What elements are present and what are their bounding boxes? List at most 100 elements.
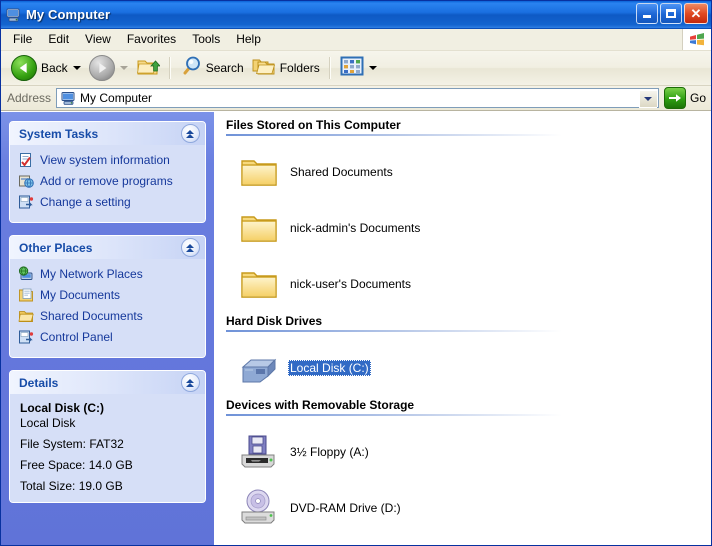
list-item-label: nick-user's Documents — [290, 277, 411, 291]
forward-arrow-icon — [88, 55, 115, 81]
window-body: System Tasks View system information Add… — [1, 111, 711, 545]
folders-icon — [252, 55, 276, 82]
sidebar-item-my-network-places[interactable]: My Network Places — [18, 265, 199, 282]
details-total-size: Total Size: 19.0 GB — [20, 479, 123, 493]
panel-other-places: Other Places My Network Places My Docume… — [9, 235, 206, 358]
toolbar: Back Search Folders — [1, 51, 711, 86]
search-button-label: Search — [205, 61, 244, 75]
file-list-pane[interactable]: Files Stored on This Computer Shared Doc… — [214, 112, 711, 545]
up-folder-icon — [136, 55, 161, 82]
shared-folder-icon — [18, 308, 34, 324]
panel-system-tasks: System Tasks View system information Add… — [9, 121, 206, 223]
group-items: Shared Documents nick-admin's Documents … — [226, 138, 711, 312]
floppy-drive-icon — [238, 431, 280, 473]
group-files-stored-on-this-computer: Files Stored on This Computer Shared Doc… — [226, 118, 711, 312]
collapse-button[interactable] — [181, 124, 200, 143]
my-documents-icon — [18, 287, 34, 303]
group-items: Local Disk (C:) — [226, 334, 711, 396]
my-computer-icon — [5, 7, 21, 23]
up-button[interactable] — [132, 54, 164, 82]
go-button[interactable]: Go — [663, 87, 709, 109]
list-item[interactable]: nick-admin's Documents — [226, 200, 471, 256]
chevron-up-icon — [186, 378, 195, 387]
panel-other-places-header[interactable]: Other Places — [10, 236, 205, 259]
go-arrow-icon — [663, 87, 686, 109]
address-value: My Computer — [80, 91, 153, 105]
panel-details: Details Local Disk (C:) Local Disk File … — [9, 370, 206, 503]
chevron-up-icon — [186, 243, 195, 252]
list-item[interactable]: 3½ Floppy (A:) — [226, 424, 471, 480]
control-panel-icon — [18, 329, 34, 345]
sidebar-item-label: My Network Places — [40, 266, 143, 281]
control-panel-icon — [18, 194, 34, 210]
group-items: 3½ Floppy (A:) DVD-RAM Drive (D:) — [226, 418, 711, 536]
panel-title: Details — [19, 375, 59, 390]
back-dropdown-icon[interactable] — [72, 66, 81, 70]
details-type: Local Disk — [20, 416, 76, 430]
group-hard-disk-drives: Hard Disk Drives Local Disk (C:) — [226, 314, 711, 396]
sidebar-item-change-a-setting[interactable]: Change a setting — [18, 193, 199, 210]
list-item[interactable]: DVD-RAM Drive (D:) — [226, 480, 471, 536]
menu-item-edit[interactable]: Edit — [40, 31, 77, 49]
address-dropdown-button[interactable] — [638, 90, 657, 108]
panel-other-places-body: My Network Places My Documents Shared Do… — [10, 259, 205, 357]
sidebar-item-shared-documents[interactable]: Shared Documents — [18, 307, 199, 324]
address-label: Address — [7, 91, 52, 105]
collapse-button[interactable] — [181, 373, 200, 392]
sidebar-item-add-or-remove-programs[interactable]: Add or remove programs — [18, 172, 199, 189]
menu-item-help[interactable]: Help — [228, 31, 269, 49]
list-item-label: nick-admin's Documents — [290, 221, 421, 235]
task-pane: System Tasks View system information Add… — [1, 112, 214, 545]
group-heading: Devices with Removable Storage — [226, 398, 415, 412]
folders-button[interactable]: Folders — [248, 54, 324, 82]
title-bar[interactable]: My Computer ✕ — [1, 1, 711, 29]
list-item[interactable]: nick-user's Documents — [226, 256, 471, 312]
group-divider — [226, 134, 621, 136]
menu-item-tools[interactable]: Tools — [184, 31, 228, 49]
hard-drive-icon — [238, 347, 280, 389]
sidebar-item-view-system-information[interactable]: View system information — [18, 151, 199, 168]
list-item-label: Local Disk (C:) — [288, 360, 371, 376]
collapse-button[interactable] — [181, 238, 200, 257]
panel-title: Other Places — [19, 240, 93, 255]
search-button[interactable]: Search — [176, 54, 248, 82]
panel-title: System Tasks — [19, 126, 99, 141]
list-item-label: Shared Documents — [290, 165, 393, 179]
group-devices-with-removable-storage: Devices with Removable Storage 3½ Floppy… — [226, 398, 711, 536]
forward-button[interactable] — [85, 54, 132, 82]
network-places-icon — [18, 265, 34, 282]
dvd-drive-icon — [238, 487, 280, 529]
group-heading: Hard Disk Drives — [226, 314, 323, 328]
add-remove-programs-icon — [18, 173, 34, 189]
chevron-up-icon — [186, 129, 195, 138]
back-button-label: Back — [41, 61, 68, 75]
details-name: Local Disk (C:) — [20, 401, 105, 415]
menu-item-favorites[interactable]: Favorites — [119, 31, 184, 49]
menu-item-view[interactable]: View — [77, 31, 119, 49]
maximize-button[interactable] — [660, 3, 682, 24]
panel-details-body: Local Disk (C:) Local Disk File System: … — [10, 394, 205, 502]
my-computer-window: My Computer ✕ File Edit View Favorites T… — [0, 0, 712, 546]
list-item[interactable]: Local Disk (C:) — [226, 340, 471, 396]
list-item-label: DVD-RAM Drive (D:) — [290, 501, 401, 515]
window-controls: ✕ — [636, 3, 708, 24]
details-free-space: Free Space: 14.0 GB — [20, 458, 133, 472]
panel-details-header[interactable]: Details — [10, 371, 205, 394]
address-input[interactable]: My Computer — [56, 88, 659, 108]
go-button-label: Go — [689, 91, 706, 105]
sidebar-item-label: View system information — [40, 152, 170, 167]
group-heading: Files Stored on This Computer — [226, 118, 401, 132]
back-button[interactable]: Back — [7, 54, 85, 82]
panel-system-tasks-header[interactable]: System Tasks — [10, 122, 205, 145]
folder-icon — [238, 151, 280, 193]
views-dropdown-icon[interactable] — [368, 66, 377, 70]
sidebar-item-label: Add or remove programs — [40, 173, 173, 188]
sidebar-item-control-panel[interactable]: Control Panel — [18, 328, 199, 345]
sidebar-item-my-documents[interactable]: My Documents — [18, 286, 199, 303]
menu-item-file[interactable]: File — [5, 31, 40, 49]
close-button[interactable]: ✕ — [684, 3, 708, 24]
address-bar: Address My Computer Go — [1, 86, 711, 111]
views-button[interactable] — [336, 54, 381, 82]
minimize-button[interactable] — [636, 3, 658, 24]
list-item[interactable]: Shared Documents — [226, 144, 471, 200]
